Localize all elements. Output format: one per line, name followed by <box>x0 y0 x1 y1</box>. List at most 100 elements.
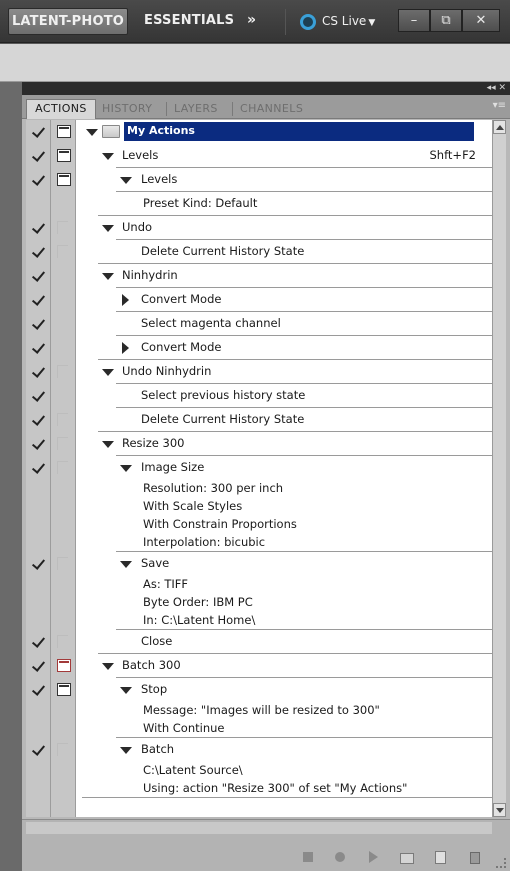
toggle-item-cell[interactable] <box>26 612 51 630</box>
action-row[interactable]: Close <box>26 630 492 654</box>
toggle-dialog-cell[interactable] <box>51 534 76 552</box>
action-row[interactable]: Levels <box>26 168 492 192</box>
toggle-item-cell[interactable] <box>26 168 51 192</box>
toggle-dialog-cell[interactable] <box>51 312 76 336</box>
checkmark-icon[interactable] <box>31 658 46 673</box>
toggle-item-cell[interactable] <box>26 780 51 798</box>
action-row[interactable]: Select previous history state <box>26 384 492 408</box>
toggle-item-cell[interactable] <box>26 498 51 516</box>
action-row[interactable]: Delete Current History State <box>26 408 492 432</box>
action-detail-row[interactable]: With Scale Styles <box>26 498 492 516</box>
action-row[interactable]: Delete Current History State <box>26 240 492 264</box>
action-row[interactable]: Ninhydrin <box>26 264 492 288</box>
action-row[interactable]: Stop <box>26 678 492 702</box>
checkmark-icon[interactable] <box>31 316 46 331</box>
action-detail-row[interactable]: Interpolation: bicubic <box>26 534 492 552</box>
action-row[interactable]: Save <box>26 552 492 576</box>
dialog-off-icon[interactable] <box>57 461 68 474</box>
toggle-item-cell[interactable] <box>26 384 51 408</box>
scroll-down-icon[interactable] <box>493 803 506 817</box>
toggle-item-cell[interactable] <box>26 192 51 216</box>
toggle-dialog-cell[interactable] <box>51 480 76 498</box>
toggle-item-cell[interactable] <box>26 576 51 594</box>
action-row[interactable]: Undo <box>26 216 492 240</box>
action-set-row[interactable]: My Actions <box>26 120 492 144</box>
collapse-triangle-icon[interactable] <box>122 342 129 354</box>
toggle-dialog-cell[interactable] <box>51 336 76 360</box>
tab-channels[interactable]: CHANNELS <box>240 100 303 119</box>
toggle-item-cell[interactable] <box>26 552 51 576</box>
expand-triangle-icon[interactable] <box>102 663 114 670</box>
action-detail-row[interactable]: Using: action "Resize 300" of set "My Ac… <box>26 780 492 798</box>
dialog-icon[interactable] <box>57 659 71 672</box>
toggle-dialog-cell[interactable] <box>51 516 76 534</box>
toggle-dialog-cell[interactable] <box>51 192 76 216</box>
toggle-dialog-cell[interactable] <box>51 702 76 720</box>
dialog-off-icon[interactable] <box>57 221 68 234</box>
toggle-item-cell[interactable] <box>26 312 51 336</box>
action-row[interactable]: Batch 300 <box>26 654 492 678</box>
toggle-item-cell[interactable] <box>26 534 51 552</box>
close-button[interactable]: ✕ <box>462 9 500 32</box>
cs-live-menu[interactable]: CS Live ▼ <box>300 10 375 32</box>
dialog-off-icon[interactable] <box>57 557 68 570</box>
toggle-item-cell[interactable] <box>26 432 51 456</box>
checkmark-icon[interactable] <box>31 220 46 235</box>
expand-triangle-icon[interactable] <box>120 465 132 472</box>
action-detail-row[interactable]: Byte Order: IBM PC <box>26 594 492 612</box>
dialog-off-icon[interactable] <box>57 743 68 756</box>
toggle-dialog-cell[interactable] <box>51 498 76 516</box>
panel-menu-icon[interactable]: ▾≡ <box>493 100 506 111</box>
dialog-icon[interactable] <box>57 149 71 162</box>
expand-triangle-icon[interactable] <box>120 747 132 754</box>
scroll-up-icon[interactable] <box>493 120 506 134</box>
checkmark-icon[interactable] <box>31 634 46 649</box>
checkmark-icon[interactable] <box>31 172 46 187</box>
expand-triangle-icon[interactable] <box>120 177 132 184</box>
toggle-dialog-cell[interactable] <box>51 432 76 456</box>
tab-history[interactable]: HISTORY <box>102 100 152 119</box>
collapse-panel-icon[interactable]: ◂◂ ✕ <box>487 82 506 95</box>
dialog-off-icon[interactable] <box>57 365 68 378</box>
dialog-icon[interactable] <box>57 125 71 138</box>
toggle-dialog-cell[interactable] <box>51 456 76 480</box>
toggle-dialog-cell[interactable] <box>51 780 76 798</box>
tab-layers[interactable]: LAYERS <box>174 100 218 119</box>
toggle-dialog-cell[interactable] <box>51 654 76 678</box>
expand-triangle-icon[interactable] <box>102 441 114 448</box>
checkmark-icon[interactable] <box>31 244 46 259</box>
record-icon[interactable] <box>332 850 348 864</box>
toggle-item-cell[interactable] <box>26 120 51 144</box>
action-detail-row[interactable]: With Constrain Proportions <box>26 516 492 534</box>
checkmark-icon[interactable] <box>31 682 46 697</box>
action-detail-row[interactable]: In: C:\Latent Home\ <box>26 612 492 630</box>
action-row[interactable]: Levels Shft+F2 <box>26 144 492 168</box>
checkmark-icon[interactable] <box>31 124 46 139</box>
toggle-dialog-cell[interactable] <box>51 360 76 384</box>
checkmark-icon[interactable] <box>31 364 46 379</box>
dialog-off-icon[interactable] <box>57 245 68 258</box>
horizontal-scrollbar[interactable] <box>26 822 492 834</box>
toggle-dialog-cell[interactable] <box>51 762 76 780</box>
toggle-item-cell[interactable] <box>26 288 51 312</box>
dialog-icon[interactable] <box>57 173 71 186</box>
toggle-dialog-cell[interactable] <box>51 630 76 654</box>
toggle-item-cell[interactable] <box>26 762 51 780</box>
dialog-off-icon[interactable] <box>57 413 68 426</box>
toggle-dialog-cell[interactable] <box>51 720 76 738</box>
resize-grip-icon[interactable] <box>496 858 506 868</box>
toggle-item-cell[interactable] <box>26 516 51 534</box>
checkmark-icon[interactable] <box>31 436 46 451</box>
toggle-item-cell[interactable] <box>26 678 51 702</box>
toggle-dialog-cell[interactable] <box>51 408 76 432</box>
toggle-item-cell[interactable] <box>26 480 51 498</box>
toggle-dialog-cell[interactable] <box>51 612 76 630</box>
workspace-essentials-button[interactable]: ESSENTIALS <box>144 8 234 35</box>
checkmark-icon[interactable] <box>31 340 46 355</box>
toggle-item-cell[interactable] <box>26 216 51 240</box>
checkmark-icon[interactable] <box>31 268 46 283</box>
stop-icon[interactable] <box>300 850 316 864</box>
expand-triangle-icon[interactable] <box>102 369 114 376</box>
toggle-item-cell[interactable] <box>26 738 51 762</box>
toggle-dialog-cell[interactable] <box>51 384 76 408</box>
